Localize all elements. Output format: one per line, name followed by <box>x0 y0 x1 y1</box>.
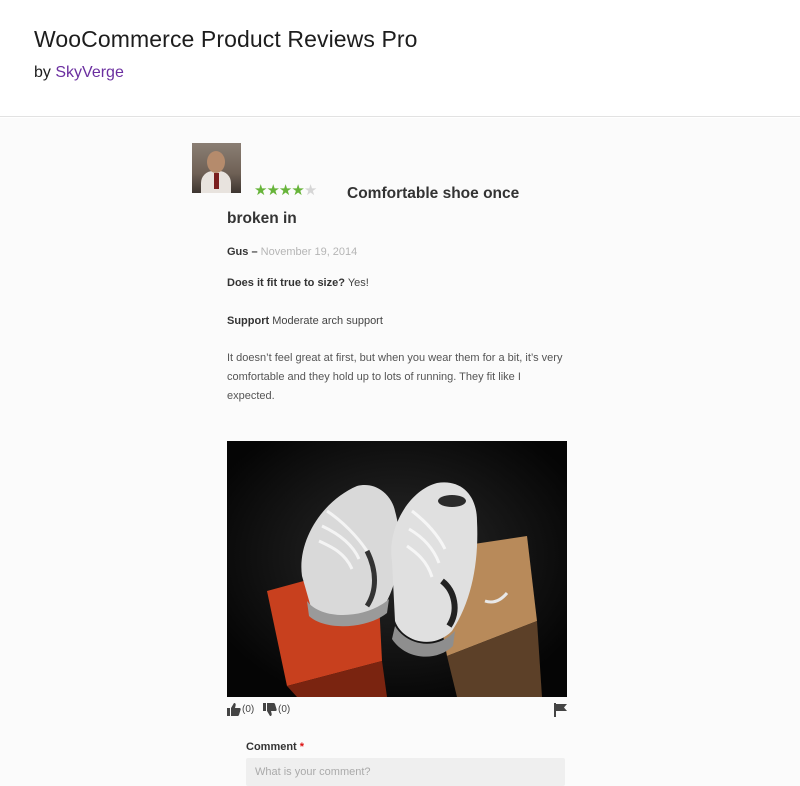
meta-separator: – <box>251 246 258 258</box>
flag-icon[interactable] <box>554 703 567 717</box>
sneakers-photo <box>227 441 567 697</box>
review-text: It doesn’t feel great at first, but when… <box>227 352 563 402</box>
answer-fit: Does it fit true to size? Yes! <box>227 277 369 289</box>
comment-label-text: Comment <box>246 741 297 753</box>
star-filled-icon: ★ <box>254 181 267 199</box>
thumbs-up-icon <box>227 703 241 716</box>
plugin-title: WooCommerce Product Reviews Pro <box>34 26 418 52</box>
comment-label: Comment * <box>246 741 304 753</box>
question-label: Does it fit true to size? <box>227 277 345 289</box>
review-actions: (0) (0) <box>227 703 567 719</box>
star-rating: ★★★★★ <box>254 181 317 199</box>
by-label: by <box>34 64 51 81</box>
answer-support: Support Moderate arch support <box>227 315 383 327</box>
downvote-button[interactable]: (0) <box>263 703 290 716</box>
review-author: Gus <box>227 246 249 258</box>
plugin-header: WooCommerce Product Reviews Pro by SkyVe… <box>0 0 800 117</box>
upvote-button[interactable]: (0) <box>227 703 254 716</box>
question-label: Support <box>227 315 270 327</box>
required-mark: * <box>299 741 305 753</box>
review-date: November 19, 2014 <box>260 246 358 258</box>
star-filled-icon: ★ <box>266 181 279 199</box>
review-photo[interactable] <box>227 441 567 697</box>
review-meta: Gus – November 19, 2014 <box>227 246 357 258</box>
thumbs-down-icon <box>263 703 277 716</box>
vendor-link[interactable]: SkyVerge <box>55 64 123 81</box>
answer-value: Moderate arch support <box>272 315 383 327</box>
answer-value: Yes! <box>347 277 369 289</box>
comment-input[interactable] <box>246 758 565 786</box>
star-filled-icon: ★ <box>278 181 292 199</box>
downvote-count: (0) <box>278 704 291 715</box>
star-filled-icon: ★ <box>291 181 304 199</box>
upvote-count: (0) <box>242 704 255 715</box>
star-empty-icon: ★ <box>303 181 317 199</box>
byline: by SkyVerge <box>34 64 124 82</box>
